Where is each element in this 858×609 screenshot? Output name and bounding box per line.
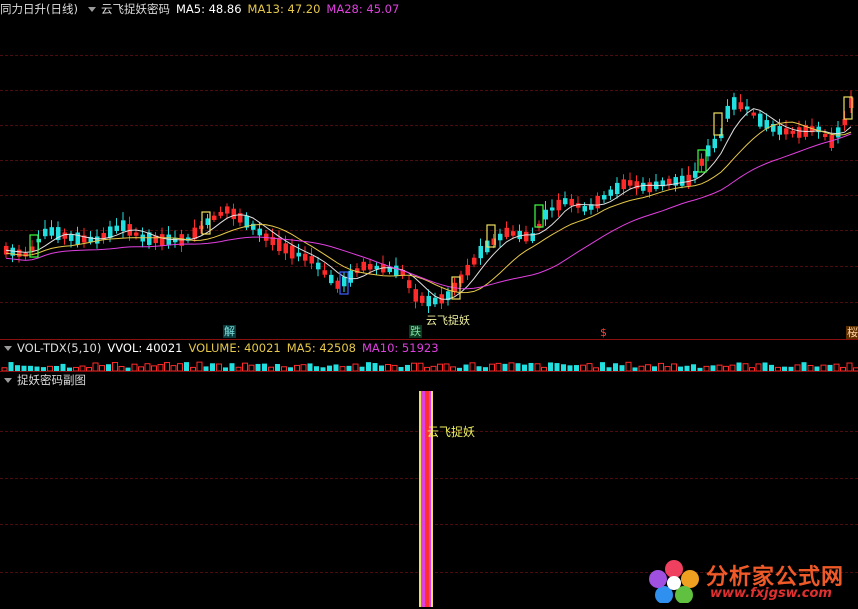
volume-bar — [671, 363, 677, 372]
volume-bar — [131, 363, 138, 372]
volume-bar — [352, 363, 359, 372]
volume-bar — [92, 362, 99, 372]
volume-bar — [625, 361, 632, 372]
volume-bar — [489, 363, 495, 372]
volume-bar — [508, 362, 515, 372]
volume-bar — [411, 362, 417, 372]
sub-yunfei-label: 云飞捉妖 — [427, 425, 476, 439]
volume-bar — [417, 362, 424, 372]
flower-logo-icon — [649, 560, 699, 603]
volume-bar — [184, 362, 189, 371]
volume-bar — [177, 363, 183, 372]
volume-bar — [469, 362, 476, 372]
volume-bar — [586, 363, 593, 372]
volume-bar — [275, 363, 280, 371]
volume-bar — [8, 362, 14, 371]
panel-separator — [0, 371, 858, 372]
volume-bar — [366, 362, 371, 371]
volume-bar — [495, 362, 502, 372]
volume-bar — [548, 362, 553, 371]
collapse-triangle-icon[interactable] — [4, 377, 12, 383]
volume-bar — [262, 363, 267, 371]
volume-bar — [164, 362, 170, 372]
volume-bar — [210, 363, 215, 371]
volume-chart[interactable] — [0, 0, 858, 372]
volume-bar — [736, 362, 742, 371]
volume-bar — [801, 362, 807, 371]
volume-bar — [554, 363, 560, 371]
volume-bar — [561, 364, 566, 371]
volume-bar — [691, 364, 696, 371]
volume-bar — [229, 363, 235, 371]
volume-bar — [762, 362, 768, 371]
volume-bar — [742, 363, 749, 372]
volume-bar — [437, 363, 443, 372]
volume-bar — [515, 363, 521, 371]
volume-bar — [755, 363, 762, 372]
volume-bar — [144, 363, 151, 372]
volume-bar — [502, 363, 508, 371]
volume-bar — [443, 363, 450, 372]
volume-bar — [534, 363, 541, 372]
volume-bar — [60, 363, 66, 371]
volume-bar — [307, 363, 313, 371]
watermark-logo: 分析家公式网 www.fxjgsw.com — [644, 557, 844, 603]
sub-title[interactable]: 捉妖密码副图 — [17, 372, 86, 388]
volume-bar — [528, 362, 534, 371]
volume-bar — [600, 362, 605, 371]
volume-bar — [216, 363, 222, 372]
volume-bar — [242, 362, 248, 372]
volume-bar — [255, 363, 261, 371]
volume-bar — [372, 363, 378, 371]
volume-bar — [833, 363, 840, 372]
yunfei-signal-bar — [419, 391, 433, 607]
volume-bar — [106, 364, 111, 371]
sub-chart-header: 捉妖密码副图 — [0, 372, 92, 388]
volume-bar — [846, 362, 853, 372]
volume-bar — [112, 362, 118, 372]
volume-bar — [613, 363, 618, 371]
volume-bar — [196, 361, 203, 372]
watermark-url: www.fxjgsw.com — [710, 586, 832, 601]
volume-bar — [658, 362, 664, 372]
